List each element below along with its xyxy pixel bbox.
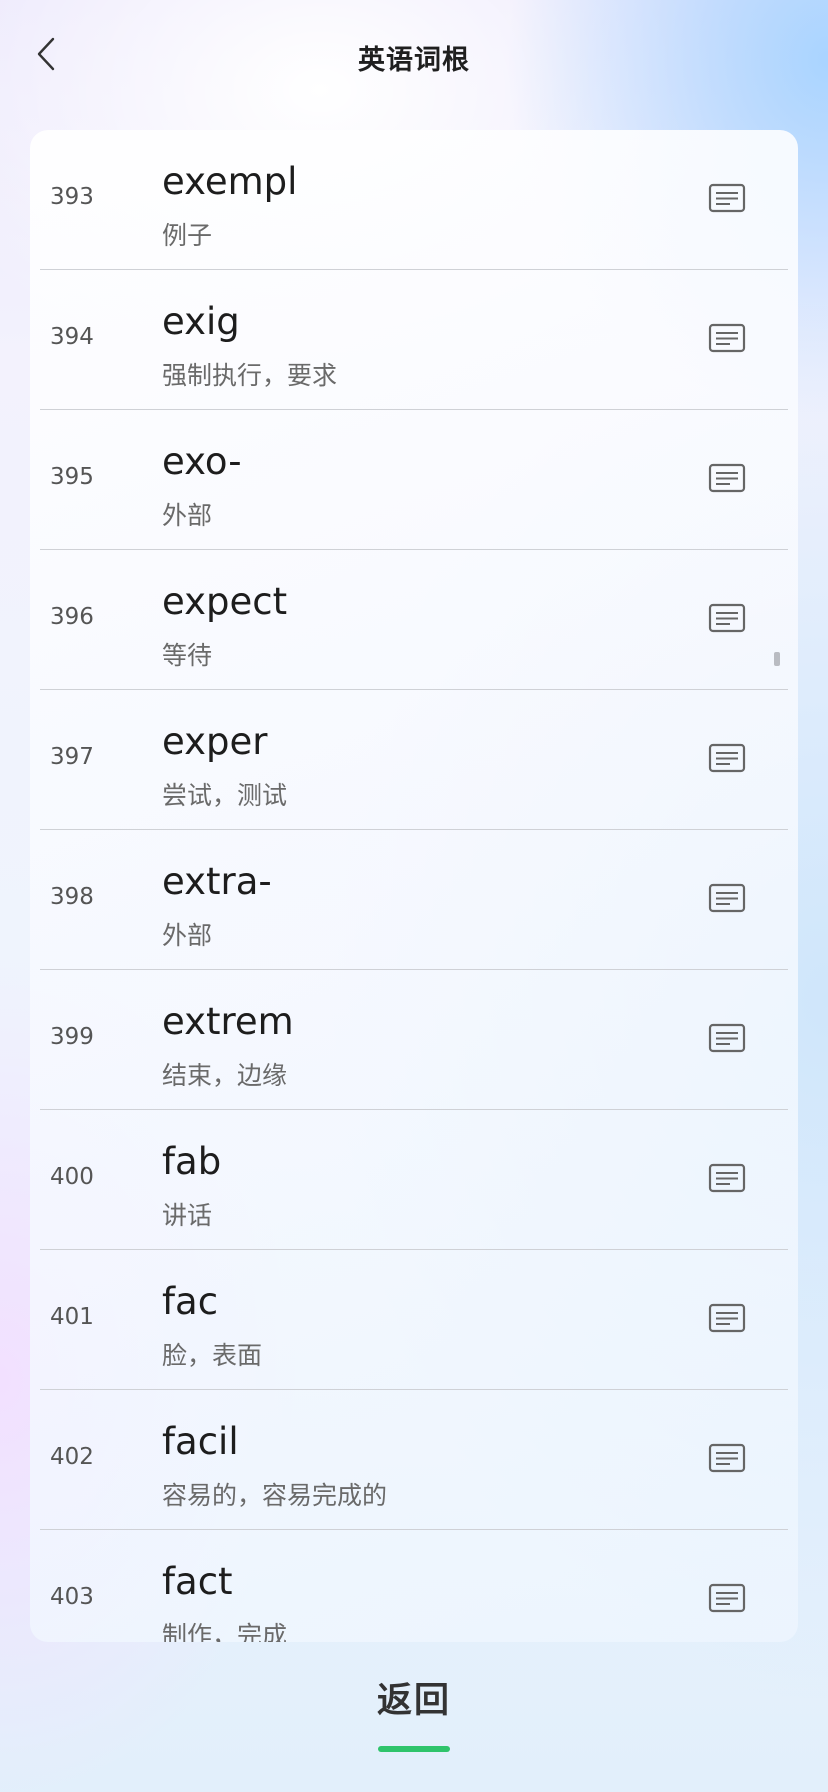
list-item[interactable]: 394 exig 强制执行，要求	[30, 270, 798, 410]
list-item[interactable]: 398 extra- 外部	[30, 830, 798, 970]
document-lines-icon[interactable]	[706, 1440, 748, 1476]
item-meaning: 等待	[162, 641, 213, 670]
document-lines-icon[interactable]	[706, 180, 748, 216]
item-root-word: extra-	[162, 860, 272, 903]
word-root-list: 393 exempl 例子 394 exig 强制执行，要求 395 exo- 外部 396 exp…	[30, 130, 798, 1642]
page-title: 英语词根	[358, 45, 470, 76]
list-item[interactable]: 402 facil 容易的，容易完成的	[30, 1390, 798, 1530]
item-meaning: 制作，完成	[162, 1621, 288, 1642]
item-meaning: 容易的，容易完成的	[162, 1481, 388, 1510]
item-number: 399	[50, 1024, 94, 1050]
item-meaning: 外部	[162, 501, 213, 530]
item-meaning: 结束，边缘	[162, 1061, 288, 1090]
item-meaning: 脸，表面	[162, 1341, 263, 1370]
document-lines-icon[interactable]	[706, 1160, 748, 1196]
list-item[interactable]: 393 exempl 例子	[30, 130, 798, 270]
item-root-word: exig	[162, 300, 240, 343]
return-button[interactable]: 返回	[0, 1672, 828, 1723]
document-lines-icon[interactable]	[706, 600, 748, 636]
return-button-underline	[378, 1746, 450, 1752]
item-meaning: 尝试，测试	[162, 781, 288, 810]
list-item[interactable]: 400 fab 讲话	[30, 1110, 798, 1250]
list-item[interactable]: 399 extrem 结束，边缘	[30, 970, 798, 1110]
list-item[interactable]: 395 exo- 外部	[30, 410, 798, 550]
document-lines-icon[interactable]	[706, 1020, 748, 1056]
item-number: 402	[50, 1444, 94, 1470]
list-item[interactable]: 403 fact 制作，完成	[30, 1530, 798, 1642]
item-root-word: facil	[162, 1420, 239, 1463]
document-lines-icon[interactable]	[706, 1300, 748, 1336]
item-number: 397	[50, 744, 94, 770]
header: 英语词根	[0, 0, 828, 112]
list-item[interactable]: 397 exper 尝试，测试	[30, 690, 798, 830]
document-lines-icon[interactable]	[706, 740, 748, 776]
item-number: 396	[50, 604, 94, 630]
item-root-word: fac	[162, 1280, 219, 1323]
item-root-word: fab	[162, 1140, 222, 1183]
item-meaning: 例子	[162, 221, 213, 250]
document-lines-icon[interactable]	[706, 320, 748, 356]
item-root-word: exempl	[162, 160, 298, 203]
document-lines-icon[interactable]	[706, 880, 748, 916]
item-root-word: expect	[162, 580, 288, 623]
item-meaning: 讲话	[162, 1201, 213, 1230]
item-number: 403	[50, 1584, 94, 1610]
item-number: 394	[50, 324, 94, 350]
scrollbar[interactable]	[774, 652, 780, 666]
item-number: 393	[50, 184, 94, 210]
document-lines-icon[interactable]	[706, 1580, 748, 1616]
item-number: 395	[50, 464, 94, 490]
item-number: 398	[50, 884, 94, 910]
list-item[interactable]: 396 expect 等待	[30, 550, 798, 690]
item-number: 400	[50, 1164, 94, 1190]
list-item[interactable]: 401 fac 脸，表面	[30, 1250, 798, 1390]
item-root-word: extrem	[162, 1000, 294, 1043]
word-root-list-card[interactable]: 393 exempl 例子 394 exig 强制执行，要求 395 exo- 外部 396 exp…	[30, 130, 798, 1642]
item-meaning: 外部	[162, 921, 213, 950]
item-root-word: fact	[162, 1560, 233, 1603]
item-root-word: exper	[162, 720, 268, 763]
document-lines-icon[interactable]	[706, 460, 748, 496]
item-root-word: exo-	[162, 440, 242, 483]
item-number: 401	[50, 1304, 94, 1330]
item-meaning: 强制执行，要求	[162, 361, 338, 390]
